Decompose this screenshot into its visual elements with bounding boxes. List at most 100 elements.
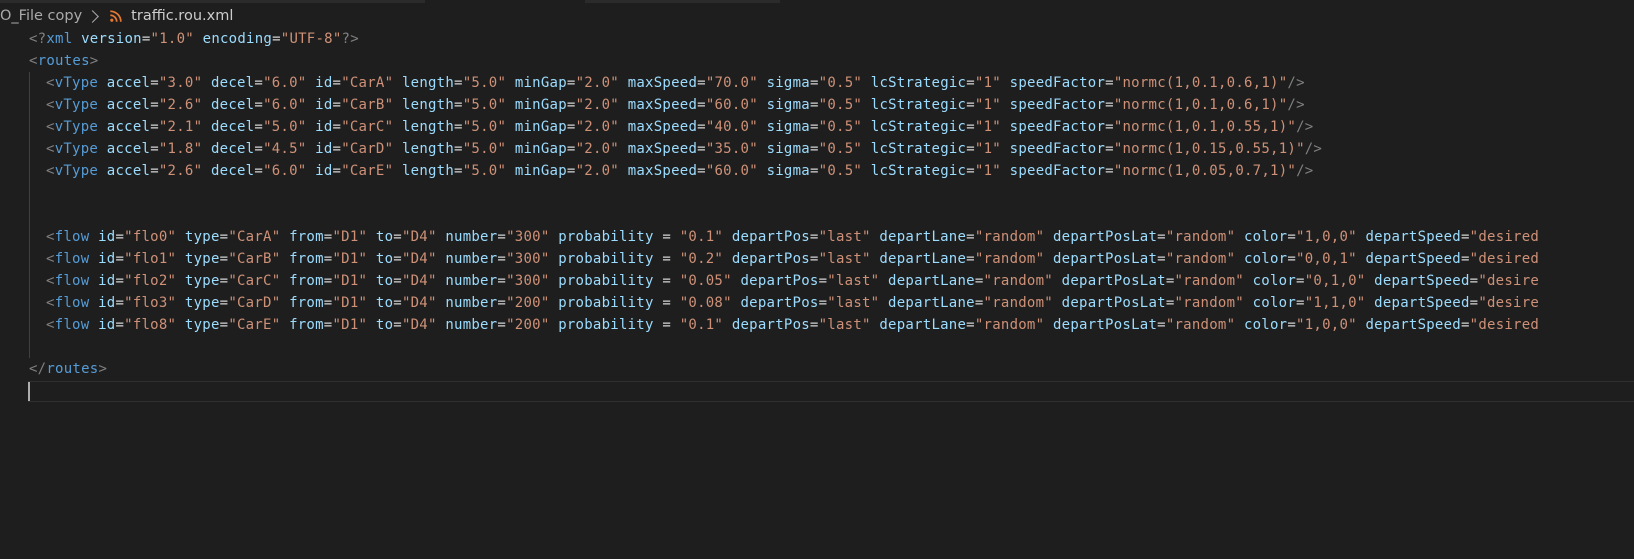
xml-attribute: lcStrategic (870, 75, 967, 91)
xml-attribute: type (184, 295, 220, 311)
code-line[interactable]: <vType accel="3.0" decel="6.0" id="CarA"… (46, 72, 1305, 94)
xml-equals: = (254, 141, 264, 157)
code-line[interactable]: <flow id="flo2" type="CarC" from="D1" to… (46, 270, 1539, 292)
xml-tag-name: xml (46, 31, 73, 47)
xml-string: "CarD" (228, 295, 281, 311)
xml-equals: = (115, 273, 125, 289)
xml-attribute: probability (558, 295, 654, 311)
xml-equals: = (1157, 317, 1166, 333)
xml-punctuation: < (46, 141, 55, 157)
xml-equals: = (809, 317, 819, 333)
code-line[interactable]: <vType accel="2.6" decel="6.0" id="CarB"… (46, 94, 1305, 116)
xml-string: "1" (974, 119, 1001, 135)
xml-attribute: id (98, 229, 116, 245)
xml-attribute: number (445, 273, 498, 289)
code-line[interactable]: </routes> (29, 358, 107, 380)
xml-string: "random" (1174, 295, 1244, 311)
xml-string: "D1" (332, 295, 368, 311)
xml-string: "flo1" (124, 251, 177, 267)
breadcrumb-folder[interactable]: O_File copy (0, 8, 82, 24)
code-line[interactable]: <?xml version="1.0" encoding="UTF-8"?> (29, 28, 359, 50)
xml-string: "2.6" (158, 97, 203, 113)
xml-punctuation: ?> (341, 31, 359, 47)
xml-string: "60.0" (705, 163, 758, 179)
xml-attribute: version (81, 31, 142, 47)
xml-string: "D1" (332, 251, 368, 267)
xml-attribute: departPosLat (1061, 295, 1166, 311)
xml-attribute: speedFactor (1009, 97, 1106, 113)
xml-attribute: sigma (766, 75, 810, 91)
code-line[interactable]: <flow id="flo1" type="CarB" from="D1" to… (46, 248, 1539, 270)
xml-string: "1" (974, 75, 1001, 91)
xml-string: "last" (818, 229, 871, 245)
code-line[interactable]: <flow id="flo0" type="CarA" from="D1" to… (46, 226, 1539, 248)
xml-string: "5.0" (263, 119, 307, 135)
xml-equals: = (454, 163, 463, 179)
xml-attribute: id (315, 75, 333, 91)
code-line[interactable]: <flow id="flo3" type="CarD" from="D1" to… (46, 292, 1539, 314)
xml-string: "random" (1174, 273, 1244, 289)
xml-string: "1" (974, 97, 1001, 113)
xml-string: "last" (827, 295, 880, 311)
xml-attribute: departPosLat (1052, 317, 1158, 333)
xml-equals: = (818, 295, 828, 311)
xml-attribute: departSpeed (1365, 317, 1461, 333)
xml-equals: = (1460, 317, 1470, 333)
xml-punctuation: < (46, 317, 55, 333)
xml-equals: = (115, 317, 125, 333)
xml-attribute: minGap (514, 75, 567, 91)
xml-equals: = (393, 317, 402, 333)
code-editor[interactable]: <?xml version="1.0" encoding="UTF-8"?> <r… (0, 28, 1634, 559)
xml-equals: = (254, 97, 264, 113)
xml-attribute: maxSpeed (627, 97, 698, 113)
xml-equals: = (809, 119, 819, 135)
code-line[interactable]: <vType accel="1.8" decel="4.5" id="CarD"… (46, 138, 1322, 160)
breadcrumb-file[interactable]: traffic.rou.xml (131, 8, 233, 24)
xml-attribute: lcStrategic (870, 119, 967, 135)
xml-equals: = (1105, 141, 1114, 157)
rss-icon (110, 10, 122, 22)
code-line[interactable]: <flow id="flo8" type="CarE" from="D1" to… (46, 314, 1539, 336)
xml-string: "0.5" (818, 119, 863, 135)
xml-attribute: sigma (766, 119, 810, 135)
xml-string: "5.0" (462, 75, 507, 91)
xml-equals: = (1287, 229, 1297, 245)
xml-equals: = (653, 251, 680, 267)
xml-string: "300" (506, 251, 550, 267)
xml-attribute: maxSpeed (627, 75, 698, 91)
code-line[interactable]: <routes> (29, 50, 98, 72)
xml-tag-name: flow (54, 273, 90, 289)
xml-equals: = (497, 251, 507, 267)
xml-punctuation: < (29, 53, 38, 69)
xml-equals: = (809, 75, 819, 91)
xml-attribute: length (401, 119, 455, 135)
xml-string: "5.0" (462, 97, 507, 113)
xml-equals: = (393, 273, 402, 289)
xml-attribute: length (401, 75, 455, 91)
code-line[interactable]: <vType accel="2.6" decel="6.0" id="CarE"… (46, 160, 1313, 182)
xml-attribute: type (184, 229, 220, 245)
text-cursor (28, 382, 30, 401)
xml-attribute: speedFactor (1009, 141, 1106, 157)
xml-punctuation: < (46, 119, 55, 135)
code-line[interactable]: <vType accel="2.1" decel="5.0" id="CarC"… (46, 116, 1313, 138)
xml-string: "0.08" (679, 295, 732, 311)
